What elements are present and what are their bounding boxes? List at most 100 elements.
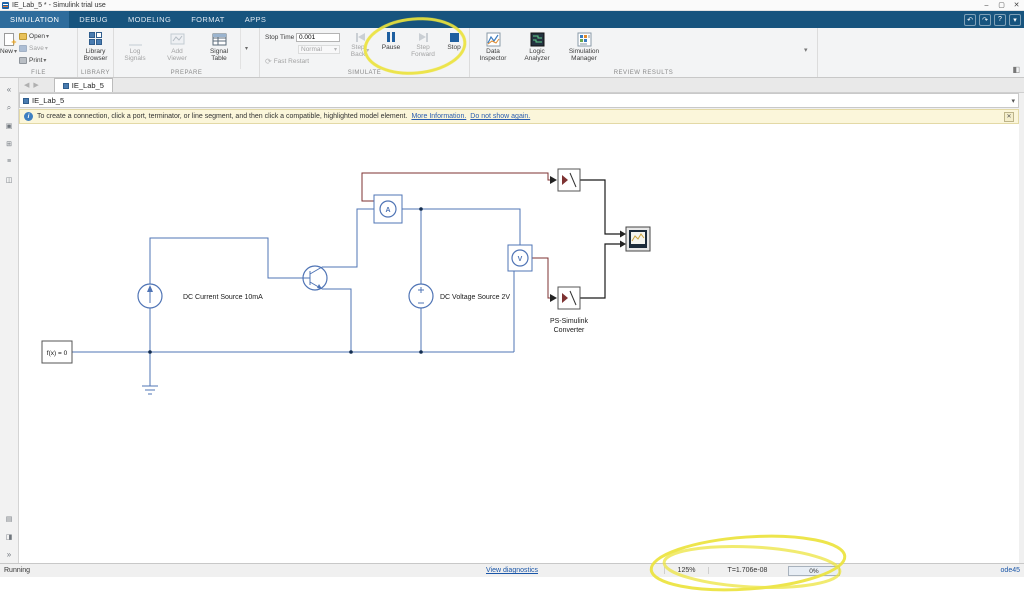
svg-text:PS-Simulink: PS-Simulink [550, 318, 589, 325]
stop-icon [449, 33, 459, 42]
model-canvas[interactable]: f(x) = 0 DC Current Source 10mA A V DC V… [19, 124, 1019, 563]
ribbon-section-prepare: Log Signals Add Viewer Signal Table ▾ PR… [114, 28, 260, 77]
panel-icon[interactable]: ◫ [2, 173, 17, 186]
minimize-button[interactable]: – [979, 0, 994, 10]
sensor-output-wires[interactable] [361, 172, 550, 299]
simulation-manager-button[interactable]: Simulation Manager [558, 28, 610, 62]
svg-text:A: A [385, 207, 390, 214]
solver-configuration-block[interactable]: f(x) = 0 [41, 340, 73, 364]
property-inspector-icon[interactable]: ◧ [1012, 65, 1020, 74]
library-section-caption: LIBRARY [80, 70, 111, 76]
stop-button[interactable]: Stop [440, 28, 468, 51]
more-information-link[interactable]: More Information. [411, 113, 466, 120]
signal-table-icon [211, 31, 227, 47]
tab-modeling[interactable]: MODELING [118, 11, 181, 28]
pause-button[interactable]: Pause [376, 28, 406, 51]
view-diagnostics-link[interactable]: View diagnostics [486, 567, 538, 574]
review-section-caption: REVIEW RESULTS [613, 70, 674, 76]
tab-simulation[interactable]: SIMULATION [0, 11, 70, 28]
dc-current-source-block[interactable]: DC Current Source 10mA [137, 283, 263, 309]
grid-icon[interactable]: ⊞ [2, 137, 17, 150]
step-back-icon [352, 31, 368, 43]
simulation-progress-bar: 0% [788, 566, 840, 576]
save-button[interactable]: Save ▾ [17, 42, 51, 54]
title-bar: IE_Lab_5 * - Simulink trial use – ▢ ✕ [0, 0, 1024, 11]
hide-browser-icon[interactable]: « [2, 83, 17, 96]
list-icon[interactable]: ≡ [2, 155, 17, 168]
new-button[interactable]: + New ▾ [0, 28, 17, 55]
step-back-button[interactable]: Step Back ▾ [344, 28, 376, 58]
maximize-button[interactable]: ▢ [994, 0, 1009, 10]
pause-icon [384, 31, 398, 43]
help-button[interactable]: ? [994, 13, 1006, 26]
ps-simulink-converter-upper[interactable] [557, 168, 581, 192]
sim-mode-value: Normal [301, 45, 322, 53]
scope-block[interactable] [625, 226, 651, 252]
simulink-icon [2, 1, 9, 9]
save-label: Save [29, 44, 44, 52]
annotation-icon[interactable]: ▣ [2, 119, 17, 132]
nav-forward-icon[interactable]: ▶ [33, 81, 38, 89]
log-signals-icon [127, 31, 143, 47]
tab-format[interactable]: FORMAT [181, 11, 235, 28]
viewmark-icon[interactable]: ▤ [2, 512, 17, 525]
notification-close-button[interactable]: ✕ [1004, 111, 1014, 122]
folder-icon [19, 32, 28, 40]
tab-apps[interactable]: APPS [235, 11, 277, 28]
data-inspector-button[interactable]: Data Inspector [470, 28, 516, 62]
zoom-level[interactable]: 125% [664, 567, 708, 574]
log-signals-label: Log Signals [124, 48, 146, 62]
step-forward-button[interactable]: Step Forward [406, 28, 440, 58]
stop-time-input[interactable] [296, 32, 340, 42]
svg-text:f(x) = 0: f(x) = 0 [47, 350, 68, 357]
caret-down-icon: ▾ [44, 45, 48, 52]
ps-simulink-converter-lower[interactable]: PS-Simulink Converter [550, 286, 589, 334]
zoom-icon[interactable]: ⌕ [2, 101, 17, 114]
expand-palette-icon[interactable]: » [2, 548, 17, 561]
sim-mode-select[interactable]: Normal ▾ [298, 44, 340, 54]
dc-voltage-source-block[interactable]: DC Voltage Source 2V [408, 283, 510, 309]
current-sensor-block[interactable]: A [373, 194, 403, 224]
print-button[interactable]: Print ▾ [17, 54, 51, 66]
toolbar-options-caret-icon[interactable]: ▾ [1009, 13, 1021, 26]
tab-debug[interactable]: DEBUG [69, 11, 118, 28]
logic-analyzer-icon [529, 31, 545, 47]
model-icon [23, 97, 29, 104]
signal-wires[interactable] [550, 176, 626, 302]
info-icon: i [24, 112, 33, 121]
fast-restart-label: Fast Restart [273, 57, 310, 65]
redo-button[interactable]: ↷ [979, 13, 991, 26]
log-signals-button[interactable]: Log Signals [114, 28, 156, 62]
add-viewer-label: Add Viewer [167, 48, 187, 62]
open-label: Open [29, 32, 45, 40]
logic-analyzer-button[interactable]: Logic Analyzer [516, 28, 558, 62]
breadcrumb: IE_Lab_5 [32, 96, 65, 105]
library-browser-button[interactable]: Library Browser [84, 28, 107, 62]
undo-button[interactable]: ↶ [964, 13, 976, 26]
more-tools-caret-icon[interactable]: ▾ [804, 46, 808, 54]
signal-table-label: Signal Table [209, 48, 229, 62]
open-button[interactable]: Open ▾ [17, 30, 51, 42]
step-forward-icon [415, 31, 431, 43]
close-button[interactable]: ✕ [1009, 0, 1024, 10]
breadcrumb-caret-icon[interactable]: ▾ [1011, 97, 1015, 105]
npn-transistor-block[interactable] [302, 265, 328, 291]
breadcrumb-bar[interactable]: IE_Lab_5 ▾ [19, 93, 1019, 108]
split-view-icon[interactable]: ◨ [2, 530, 17, 543]
fast-restart-toggle[interactable]: ⟳ Fast Restart [265, 55, 340, 67]
document-tab-strip: ◀ ▶ IE_Lab_5 [19, 78, 1024, 93]
caret-down-icon: ▾ [244, 46, 248, 52]
nav-back-icon[interactable]: ◀ [24, 81, 29, 89]
svg-text:DC Current Source 10mA: DC Current Source 10mA [183, 294, 263, 301]
voltage-sensor-block[interactable]: V [507, 244, 533, 272]
add-viewer-button[interactable]: Add Viewer [156, 28, 198, 62]
ribbon-toolstrip: + New ▾ Open ▾ Save ▾ Print ▾ FILE Library B… [0, 28, 1024, 78]
do-not-show-again-link[interactable]: Do not show again. [470, 113, 530, 120]
signal-table-button[interactable]: Signal Table [198, 28, 240, 62]
physical-wires[interactable] [70, 208, 521, 395]
notification-bar: i To create a connection, click a port, … [19, 109, 1019, 124]
prepare-gallery-expander[interactable]: ▾ [240, 28, 251, 69]
solver-name[interactable]: ode45 [1001, 567, 1020, 574]
model-tab[interactable]: IE_Lab_5 [53, 78, 113, 92]
simulate-section-caption: SIMULATE [347, 70, 382, 76]
